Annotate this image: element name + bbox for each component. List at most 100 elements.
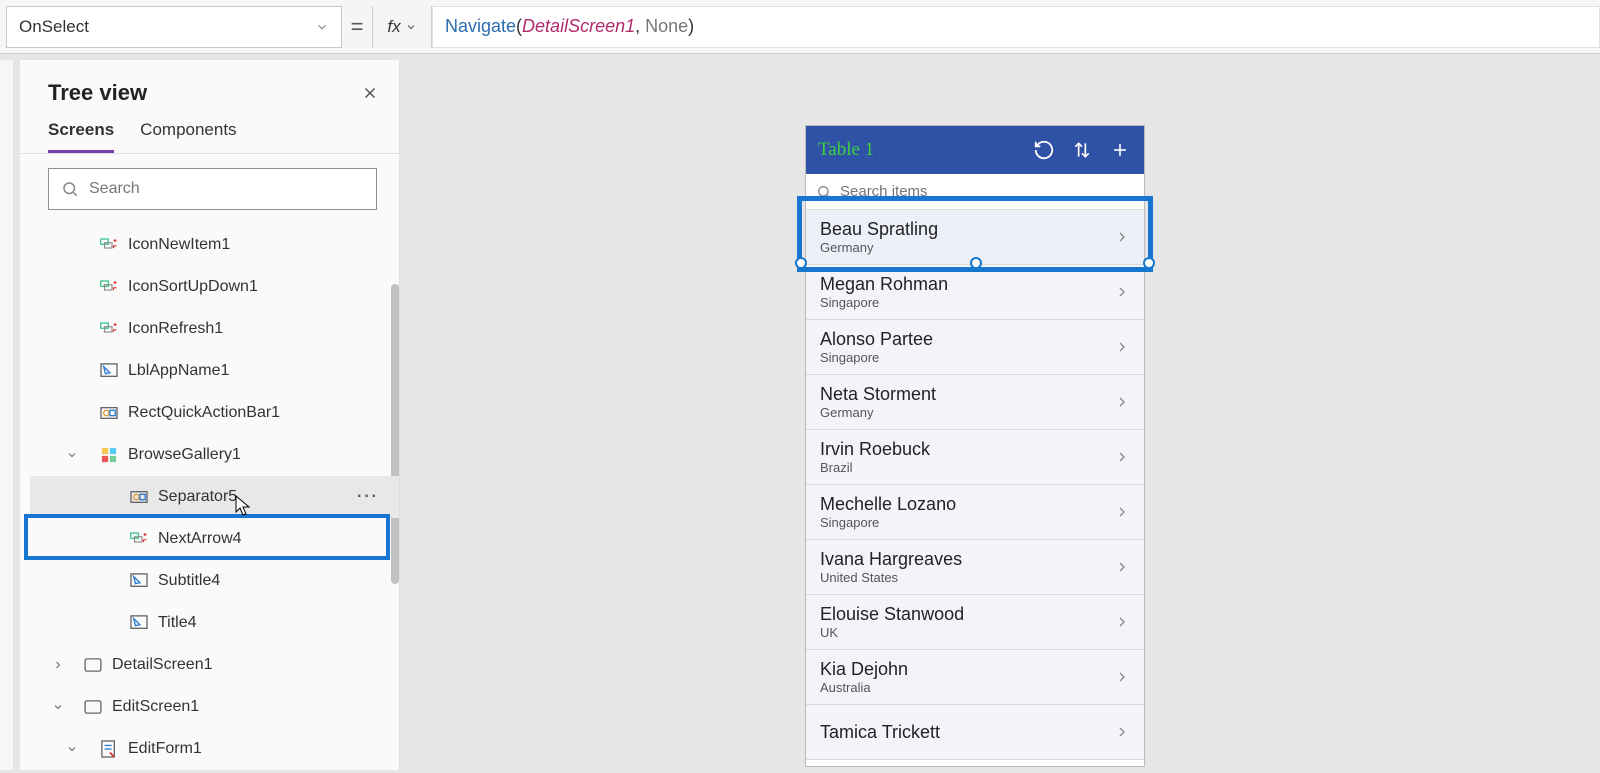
tree-item-label: IconSortUpDown1 xyxy=(128,278,258,296)
ctrl-icon xyxy=(100,278,118,296)
tree-item-Title4[interactable]: Title4 xyxy=(30,602,399,644)
tree-item-label: DetailScreen1 xyxy=(112,656,213,674)
tree-item-LblAppName1[interactable]: LblAppName1 xyxy=(30,350,399,392)
tree-item-label: LblAppName1 xyxy=(128,362,229,380)
formula-arg: DetailScreen1 xyxy=(522,16,635,37)
gallery-item[interactable]: Mechelle LozanoSingapore xyxy=(806,485,1144,540)
tree-view-panel: Tree view Screens Components IconNewItem… xyxy=(20,60,400,770)
tree-item-IconNewItem1[interactable]: IconNewItem1 xyxy=(30,224,399,266)
gallery-item-title: Tamica Trickett xyxy=(820,722,1114,743)
gallery-item-title: Megan Rohman xyxy=(820,274,1114,295)
close-icon[interactable] xyxy=(361,84,379,102)
fx-label: fx xyxy=(387,17,400,37)
gallery-item[interactable]: Tamica Trickett xyxy=(806,705,1144,760)
tree-item-DetailScreen1[interactable]: DetailScreen1 xyxy=(30,644,399,686)
panel-title: Tree view xyxy=(48,80,147,106)
gallery-item[interactable]: Alonso ParteeSingapore xyxy=(806,320,1144,375)
formula-fn: Navigate xyxy=(445,16,516,37)
tree-search-input[interactable] xyxy=(89,180,364,198)
chevron-right-icon xyxy=(1114,284,1130,300)
search-icon xyxy=(61,180,79,198)
gallery-item[interactable]: Elouise StanwoodUK xyxy=(806,595,1144,650)
gallery-item[interactable]: Beau SpratlingGermany xyxy=(806,210,1144,265)
chevron-right-icon xyxy=(1114,339,1130,355)
tree-item-NextArrow4[interactable]: NextArrow4 xyxy=(30,518,399,560)
tree-item-label: IconNewItem1 xyxy=(128,236,230,254)
gallery-item[interactable]: Irvin RoebuckBrazil xyxy=(806,430,1144,485)
ctrl-icon xyxy=(100,320,118,338)
tree-search[interactable] xyxy=(48,168,377,210)
property-dropdown[interactable]: OnSelect xyxy=(6,6,342,48)
ctrl-icon xyxy=(130,530,148,548)
formula-bar: OnSelect = fx Navigate(DetailScreen1, No… xyxy=(0,0,1600,54)
gallery-item-title: Irvin Roebuck xyxy=(820,439,1114,460)
chevron-right-icon xyxy=(1114,449,1130,465)
chevron-right-icon xyxy=(1114,559,1130,575)
sort-icon[interactable] xyxy=(1070,138,1094,162)
gallery-item-title: Kia Dejohn xyxy=(820,659,1114,680)
chevron-right-icon xyxy=(1114,614,1130,630)
gallery-item-title: Elouise Stanwood xyxy=(820,604,1114,625)
tree-item-EditForm1[interactable]: EditForm1 xyxy=(30,728,399,770)
gallery-item[interactable]: Neta StormentGermany xyxy=(806,375,1144,430)
chevron-down-icon xyxy=(66,743,78,755)
tab-components[interactable]: Components xyxy=(140,120,236,153)
tree-item-label: BrowseGallery1 xyxy=(128,446,241,464)
tree-item-IconRefresh1[interactable]: IconRefresh1 xyxy=(30,308,399,350)
app-search-input[interactable] xyxy=(840,183,1134,200)
left-rail xyxy=(0,60,14,770)
app-title: Table 1 xyxy=(818,139,1018,161)
tree-item-BrowseGallery1[interactable]: BrowseGallery1 xyxy=(30,434,399,476)
rect-icon xyxy=(100,404,118,422)
gallery-item-title: Beau Spratling xyxy=(820,219,1114,240)
gallery-item-title: Mechelle Lozano xyxy=(820,494,1114,515)
gallery-item-subtitle: Australia xyxy=(820,680,1114,695)
gallery-item[interactable]: Kia DejohnAustralia xyxy=(806,650,1144,705)
gallery-icon xyxy=(100,446,118,464)
tree-item-label: IconRefresh1 xyxy=(128,320,223,338)
gallery-item[interactable]: Ivana HargreavesUnited States xyxy=(806,540,1144,595)
app-search[interactable] xyxy=(806,174,1144,210)
tab-screens[interactable]: Screens xyxy=(48,120,114,153)
tree-item-label: Title4 xyxy=(158,614,197,632)
chevron-right-icon xyxy=(52,659,64,671)
chevron-down-icon xyxy=(52,701,64,713)
gallery-item-subtitle: Brazil xyxy=(820,460,1114,475)
tree-item-label: EditForm1 xyxy=(128,740,202,758)
browse-gallery: Beau SpratlingGermanyMegan RohmanSingapo… xyxy=(806,210,1144,765)
app-preview: Table 1 Beau SpratlingGermanyMegan Rohma… xyxy=(806,126,1144,766)
tree-item-EditScreen1[interactable]: EditScreen1 xyxy=(30,686,399,728)
refresh-icon[interactable] xyxy=(1032,138,1056,162)
search-icon xyxy=(816,184,832,200)
gallery-item-subtitle: Germany xyxy=(820,405,1114,420)
tree-item-IconSortUpDown1[interactable]: IconSortUpDown1 xyxy=(30,266,399,308)
gallery-item-subtitle: Germany xyxy=(820,240,1114,255)
ctrl-icon xyxy=(100,236,118,254)
chevron-down-icon xyxy=(315,20,329,34)
gallery-item-subtitle: UK xyxy=(820,625,1114,640)
chevron-right-icon xyxy=(1114,504,1130,520)
more-icon[interactable]: ··· xyxy=(357,488,379,506)
form-icon xyxy=(100,740,118,758)
tree-item-Subtitle4[interactable]: Subtitle4 xyxy=(30,560,399,602)
tree-list: IconNewItem1 IconSortUpDown1 IconRefresh1 L… xyxy=(20,224,399,770)
add-icon[interactable] xyxy=(1108,138,1132,162)
label-icon xyxy=(130,614,148,632)
tree-item-Separator5[interactable]: Separator5··· xyxy=(30,476,399,518)
rect-icon xyxy=(130,488,148,506)
gallery-item-subtitle: Singapore xyxy=(820,350,1114,365)
chevron-down-icon xyxy=(66,449,78,461)
tree-item-label: RectQuickActionBar1 xyxy=(128,404,280,422)
gallery-item-title: Alonso Partee xyxy=(820,329,1114,350)
chevron-down-icon xyxy=(405,21,417,33)
fx-button[interactable]: fx xyxy=(372,6,432,48)
gallery-item-subtitle: Singapore xyxy=(820,515,1114,530)
tree-item-RectQuickActionBar1[interactable]: RectQuickActionBar1 xyxy=(30,392,399,434)
gallery-item[interactable]: Megan RohmanSingapore xyxy=(806,265,1144,320)
formula-input[interactable]: Navigate(DetailScreen1, None) xyxy=(432,6,1600,48)
label-icon xyxy=(100,362,118,380)
chevron-right-icon xyxy=(1114,669,1130,685)
tree-item-label: EditScreen1 xyxy=(112,698,199,716)
chevron-right-icon xyxy=(1114,394,1130,410)
gallery-item-title: Neta Storment xyxy=(820,384,1114,405)
